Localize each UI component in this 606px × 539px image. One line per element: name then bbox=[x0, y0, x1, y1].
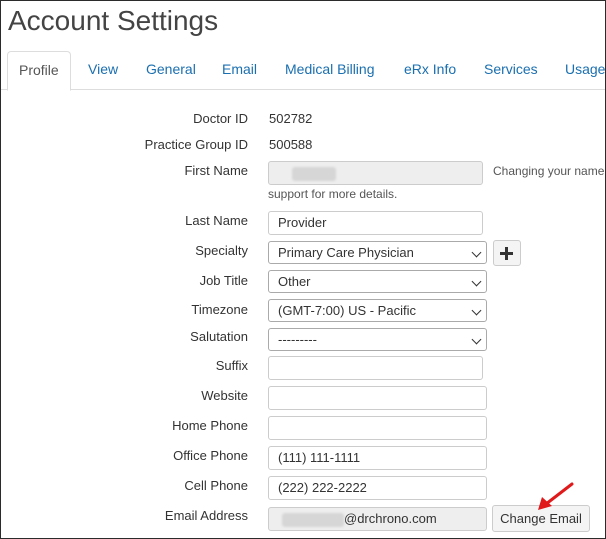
plus-icon bbox=[500, 247, 513, 260]
tab-email[interactable]: Email bbox=[222, 51, 257, 88]
tab-usage[interactable]: Usage bbox=[565, 51, 605, 88]
page-title: Account Settings bbox=[8, 5, 219, 36]
salutation-label: Salutation bbox=[190, 329, 248, 344]
specialty-select[interactable]: Primary Care Physician bbox=[268, 241, 487, 264]
chevron-down-icon bbox=[471, 276, 482, 287]
doctor-id-value: 502782 bbox=[269, 111, 313, 126]
add-specialty-button[interactable] bbox=[493, 240, 521, 266]
email-domain: @drchrono.com bbox=[344, 511, 437, 526]
chevron-down-icon bbox=[471, 247, 482, 258]
first-name-label: First Name bbox=[184, 163, 248, 178]
specialty-label: Specialty bbox=[195, 243, 248, 258]
doctor-id-label: Doctor ID bbox=[193, 111, 248, 126]
chevron-down-icon bbox=[471, 334, 482, 345]
specialty-selected-value: Primary Care Physician bbox=[278, 245, 414, 260]
practice-group-id-label: Practice Group ID bbox=[144, 137, 248, 152]
practice-group-id-value: 500588 bbox=[269, 137, 313, 152]
first-name-field[interactable] bbox=[268, 161, 483, 185]
salutation-selected-value: --------- bbox=[278, 332, 317, 347]
first-name-help-text-continued: support for more details. bbox=[268, 187, 398, 201]
last-name-field[interactable]: Provider bbox=[268, 211, 483, 235]
account-settings-window: Account Settings Profile View General Em… bbox=[0, 0, 606, 539]
cell-phone-label: Cell Phone bbox=[184, 478, 248, 493]
home-phone-field[interactable] bbox=[268, 416, 487, 440]
red-arrow-icon bbox=[538, 482, 574, 510]
salutation-select[interactable]: --------- bbox=[268, 328, 487, 351]
cell-phone-field[interactable]: (222) 222-2222 bbox=[268, 476, 487, 500]
tab-view[interactable]: View bbox=[88, 51, 118, 88]
suffix-field[interactable] bbox=[268, 356, 483, 380]
home-phone-label: Home Phone bbox=[172, 418, 248, 433]
job-title-select[interactable]: Other bbox=[268, 270, 487, 293]
suffix-label: Suffix bbox=[215, 358, 248, 373]
chevron-down-icon bbox=[471, 305, 482, 316]
tab-services[interactable]: Services bbox=[484, 51, 538, 88]
tab-erx-info[interactable]: eRx Info bbox=[404, 51, 456, 88]
email-address-field[interactable]: @drchrono.com bbox=[268, 507, 487, 531]
tab-bar: Profile View General Email Medical Billi… bbox=[1, 51, 605, 91]
website-field[interactable] bbox=[268, 386, 487, 410]
first-name-help-text: Changing your name bbox=[493, 164, 605, 178]
redacted-email-user bbox=[282, 512, 344, 527]
last-name-label: Last Name bbox=[185, 213, 248, 228]
tab-medical-billing[interactable]: Medical Billing bbox=[285, 51, 374, 88]
office-phone-field[interactable]: (111) 111-1111 bbox=[268, 446, 487, 470]
timezone-label: Timezone bbox=[191, 302, 248, 317]
redacted-first-name bbox=[292, 166, 336, 181]
timezone-select[interactable]: (GMT-7:00) US - Pacific bbox=[268, 299, 487, 322]
tab-general[interactable]: General bbox=[146, 51, 196, 88]
email-address-label: Email Address bbox=[164, 508, 248, 523]
office-phone-label: Office Phone bbox=[173, 448, 248, 463]
job-title-selected-value: Other bbox=[278, 274, 311, 289]
job-title-label: Job Title bbox=[199, 273, 248, 288]
website-label: Website bbox=[201, 388, 248, 403]
tab-profile[interactable]: Profile bbox=[7, 51, 71, 91]
timezone-selected-value: (GMT-7:00) US - Pacific bbox=[278, 303, 416, 318]
